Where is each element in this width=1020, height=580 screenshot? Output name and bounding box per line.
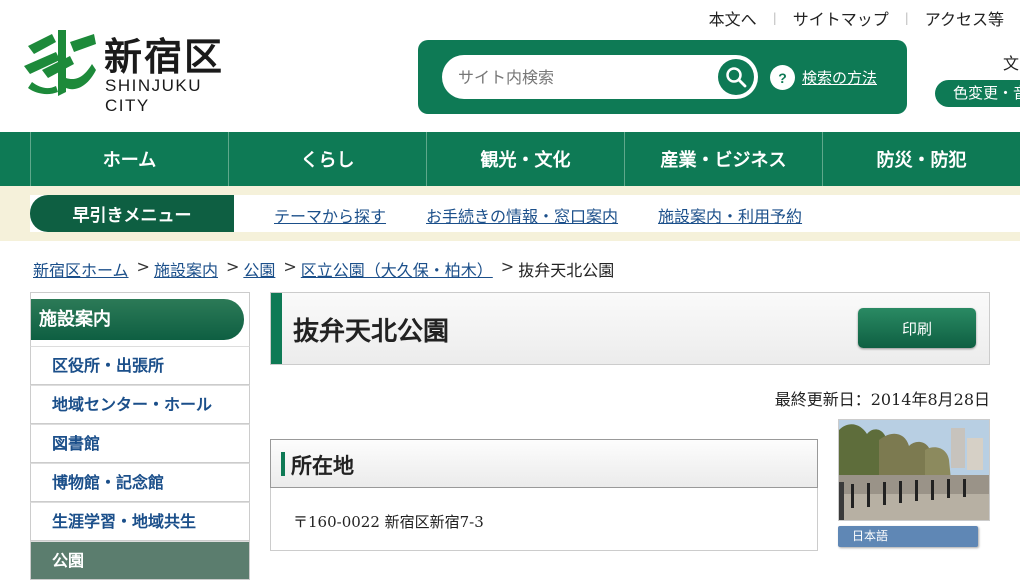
breadcrumb-current: 抜弁天北公園 xyxy=(518,261,615,280)
search-input[interactable] xyxy=(458,55,708,99)
search-icon xyxy=(726,67,747,88)
divider: | xyxy=(904,11,909,25)
sidebar-title[interactable]: 施設案内 xyxy=(31,299,244,340)
quick-menu-label: 早引きメニュー xyxy=(30,195,234,232)
breadcrumb-separator: > xyxy=(136,257,150,276)
park-photo-image xyxy=(839,420,989,520)
search-field-wrapper xyxy=(442,55,758,99)
nav-item-living[interactable]: くらし xyxy=(228,132,426,186)
quick-menu-bar: 早引きメニュー テーマから探す お手続きの情報・窓口案内 施設案内・利用予約 xyxy=(0,186,1020,241)
park-photo xyxy=(838,419,990,521)
print-button[interactable]: 印刷 xyxy=(858,308,976,348)
last-updated: 最終更新日：2014年8月28日 xyxy=(774,390,990,409)
search-button[interactable] xyxy=(718,59,754,95)
section-accent-bar xyxy=(281,452,285,476)
section-title: 所在地 xyxy=(291,454,354,478)
quick-link-procedures[interactable]: お手続きの情報・窓口案内 xyxy=(426,203,618,227)
sidebar-item-library[interactable]: 図書館 xyxy=(30,424,250,463)
breadcrumb-link-ward-parks[interactable]: 区立公園（大久保・柏木） xyxy=(301,257,493,281)
breadcrumb-link-parks[interactable]: 公園 xyxy=(243,257,275,281)
sidebar: 施設案内 区役所・出張所 地域センター・ホール 図書館 博物館・記念館 生涯学習… xyxy=(30,292,250,580)
nav-item-business[interactable]: 産業・ビジネス xyxy=(624,132,822,186)
language-button[interactable]: 日本語 xyxy=(838,526,978,547)
quick-link-facilities[interactable]: 施設案内・利用予約 xyxy=(658,203,802,227)
divider: | xyxy=(772,11,777,25)
quick-menu-links: テーマから探す お手続きの情報・窓口案内 施設案内・利用予約 xyxy=(274,203,842,227)
breadcrumb-link-home[interactable]: 新宿区ホーム xyxy=(33,257,129,281)
nav-item-disaster[interactable]: 防災・防犯 xyxy=(822,132,1020,186)
section-header: 所在地 xyxy=(270,439,818,488)
help-icon: ? xyxy=(770,65,795,90)
nav-item-tourism[interactable]: 観光・文化 xyxy=(426,132,624,186)
font-size-label: 文 xyxy=(1003,54,1020,73)
search-help-link[interactable]: 検索の方法 xyxy=(802,67,877,88)
sidebar-item-ward-office[interactable]: 区役所・出張所 xyxy=(30,346,250,385)
nav-item-home[interactable]: ホーム xyxy=(30,132,228,186)
title-accent-bar xyxy=(271,293,282,364)
site-logo[interactable]: 新宿区 SHINJUKU CITY xyxy=(22,26,252,115)
breadcrumb-separator: > xyxy=(283,257,297,276)
quick-link-theme[interactable]: テーマから探す xyxy=(274,203,386,227)
sidebar-item-parks[interactable]: 公園 xyxy=(30,541,250,580)
sidebar-item-museum[interactable]: 博物館・記念館 xyxy=(30,463,250,502)
sidebar-item-community-center[interactable]: 地域センター・ホール xyxy=(30,385,250,424)
page-title: 抜弁天北公園 xyxy=(293,317,450,347)
logo-text-ja: 新宿区 xyxy=(104,35,225,79)
section-body: 〒160-0022 新宿区新宿7-3 xyxy=(270,488,818,551)
sidebar-item-lifelong-learning[interactable]: 生涯学習・地域共生 xyxy=(30,502,250,541)
breadcrumb-link-facilities[interactable]: 施設案内 xyxy=(154,257,218,281)
global-nav: ホーム くらし 観光・文化 産業・ビジネス 防災・防犯 xyxy=(0,132,1020,186)
breadcrumb-separator: > xyxy=(500,257,515,276)
sidebar-header: 施設案内 xyxy=(30,292,250,346)
utility-links: 本文へ | サイトマップ | アクセス等 xyxy=(709,6,1004,30)
park-address: 〒160-0022 新宿区新宿7-3 xyxy=(293,513,484,531)
quick-menu: 早引きメニュー テーマから探す お手続きの情報・窓口案内 施設案内・利用予約 xyxy=(30,195,1020,232)
breadcrumb: 新宿区ホーム > 施設案内 > 公園 > 区立公園（大久保・柏木） > 抜弁天北… xyxy=(33,257,614,281)
page-title-box: 抜弁天北公園 印刷 xyxy=(270,292,990,365)
shinjuku-emblem-icon xyxy=(24,30,96,96)
skip-to-content-link[interactable]: 本文へ xyxy=(709,6,757,30)
access-link[interactable]: アクセス等 xyxy=(925,6,1004,30)
color-change-button[interactable]: 色変更・音 xyxy=(935,80,1020,107)
breadcrumb-separator: > xyxy=(225,257,240,276)
logo-text-en: SHINJUKU CITY xyxy=(105,76,203,115)
sitemap-link[interactable]: サイトマップ xyxy=(793,6,889,30)
search-panel: ? 検索の方法 xyxy=(418,40,907,114)
